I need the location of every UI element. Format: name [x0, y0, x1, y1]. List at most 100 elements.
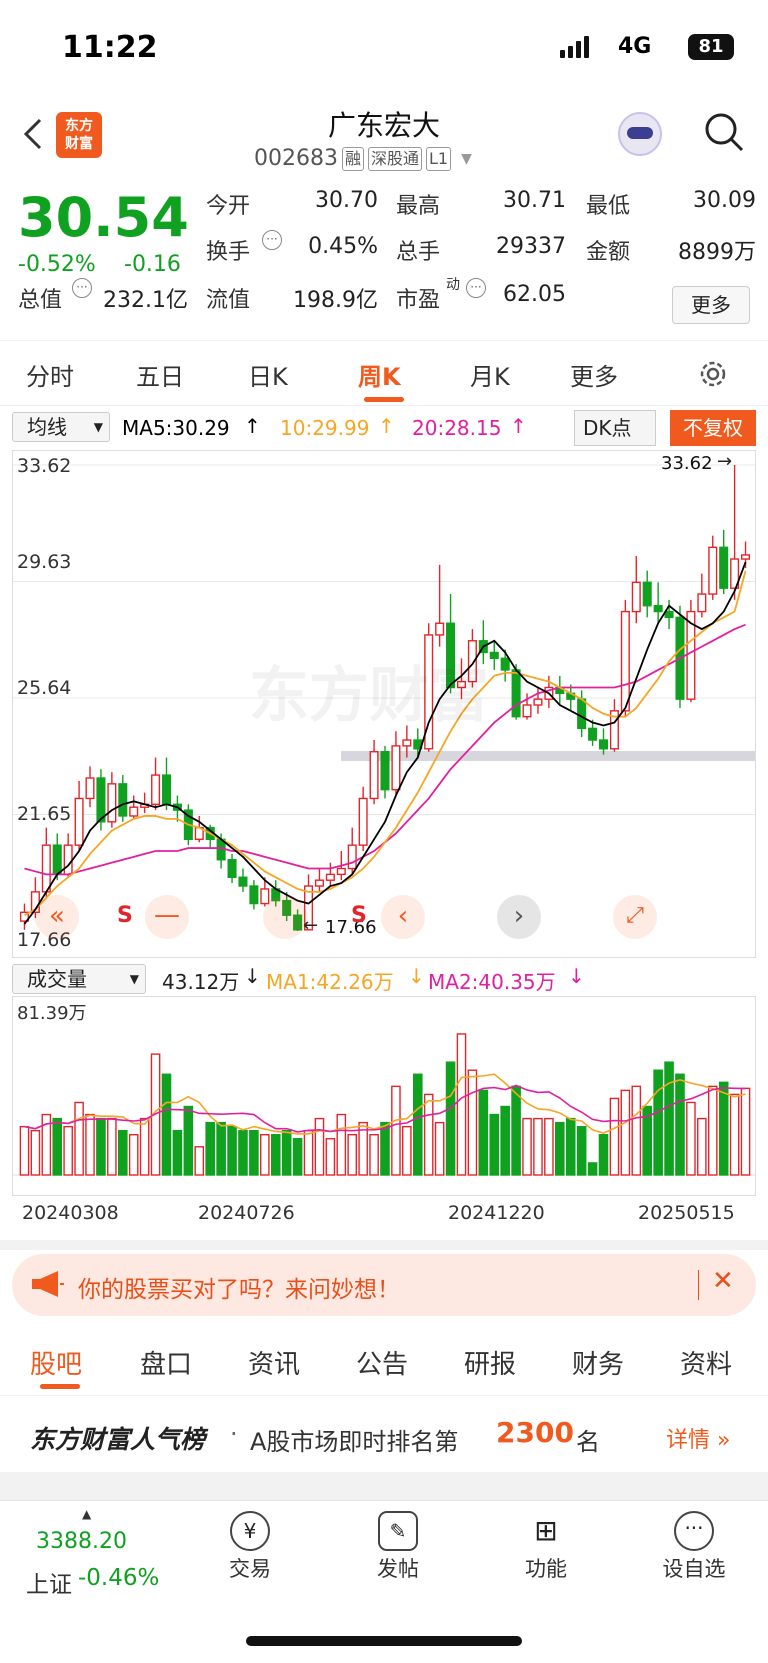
tag-level: L1 [426, 146, 452, 171]
tab-profile[interactable]: 资料 [680, 1344, 732, 1381]
volume-bar [292, 1138, 303, 1176]
popularity-rank[interactable]: 东方财富人气榜 · A股市场即时排名第 2300 名 详情 » [0, 1400, 768, 1470]
tab-monthly-k[interactable]: 月K [470, 357, 510, 392]
candle-body [336, 867, 346, 876]
tab-intraday[interactable]: 分时 [26, 357, 74, 392]
tab-news[interactable]: 资讯 [248, 1344, 300, 1381]
y-label-3: 25.64 [17, 677, 72, 699]
fullscreen-icon[interactable]: ⤢ [613, 895, 657, 939]
next-icon[interactable]: › [497, 895, 541, 939]
chart-watermark: 东方财富 [249, 661, 489, 731]
tag-shenzhen-connect: 深股通 [368, 146, 423, 171]
candle-body [588, 727, 598, 741]
volume-bar [227, 1125, 237, 1176]
nav-trade[interactable]: ¥ 交易 [200, 1507, 300, 1583]
zoom-out-icon[interactable]: — [145, 895, 189, 939]
volume-bar [216, 1121, 226, 1176]
volume-bar [555, 1121, 565, 1176]
candlestick-chart[interactable]: 东方财富 33.62 29.63 25.64 21.65 17.66 33.62… [12, 450, 756, 958]
tab-five-day[interactable]: 五日 [136, 357, 184, 392]
high-value: 30.71 [503, 188, 566, 213]
ma10-line [24, 570, 747, 917]
y-label-4: 21.65 [17, 803, 72, 825]
volume-bar [281, 1129, 292, 1176]
index-widget[interactable]: ▲ 3388.20 上证 -0.46% [20, 1507, 180, 1607]
tab-weekly-k[interactable]: 周K [358, 357, 401, 392]
ai-banner[interactable]: 你的股票买对了吗？来问妙想！ ✕ [12, 1254, 756, 1316]
tab-more[interactable]: 更多 [570, 357, 618, 392]
scroll-left-icon[interactable]: « [35, 895, 79, 939]
nav-post[interactable]: ✎ 发帖 [348, 1507, 448, 1583]
stock-code-row[interactable]: 002683 融 深股通 L1 ▼ [254, 146, 472, 171]
indicator-select[interactable]: 均线 ▼ [12, 412, 110, 442]
candle-body [653, 605, 663, 613]
tab-finance[interactable]: 财务 [572, 1344, 624, 1381]
pe-superscript: 动 [446, 277, 460, 293]
zoom-in-icon[interactable] [263, 895, 307, 939]
tab-orderbook[interactable]: 盘口 [140, 1344, 192, 1381]
volume-bar [303, 1129, 314, 1176]
ma-toolbar: 均线 ▼ MA5:30.29 ↑ 10:29.99 ↑ 20:28.15 ↑ DK… [12, 410, 756, 446]
info-icon[interactable]: ··· [466, 278, 486, 298]
date-label-3: 20241220 [448, 1202, 545, 1224]
robot-assistant-icon[interactable] [618, 112, 662, 156]
tab-announcements[interactable]: 公告 [356, 1344, 408, 1381]
candle-body [533, 698, 543, 706]
status-time: 11:22 [62, 30, 158, 65]
megaphone-icon [32, 1270, 64, 1298]
mcap-label: 总值 [18, 288, 63, 313]
volume-bar [423, 1093, 434, 1176]
volume-value: 43.12万 [162, 970, 240, 994]
volume-bar [117, 1129, 128, 1176]
volume-chart[interactable]: 81.39万 [12, 996, 756, 1196]
search-icon[interactable] [702, 110, 746, 154]
volume-select[interactable]: 成交量 ▼ [12, 964, 146, 994]
settings-icon[interactable] [696, 357, 730, 391]
tab-daily-k[interactable]: 日K [248, 357, 288, 392]
amount-label: 金额 [586, 240, 631, 265]
volume-bar [183, 1105, 194, 1176]
candle-body [249, 885, 259, 905]
more-dots-icon: ··· [674, 1511, 714, 1551]
volume-bar [260, 1134, 270, 1176]
no-adjust-button[interactable]: 不复权 [670, 410, 756, 446]
rank-number: 2300 [496, 1416, 574, 1449]
sell-signal-1: S [117, 903, 133, 928]
caret-down-icon: ▼ [129, 972, 139, 986]
volume-bar [194, 1146, 205, 1176]
candle-body [489, 651, 499, 659]
volume-bar [697, 1117, 707, 1176]
status-bar: 11:22 4G 81 [0, 0, 768, 96]
volume-bar [128, 1134, 139, 1176]
volume-bar [500, 1105, 510, 1176]
volume-bar [19, 1125, 30, 1176]
nav-functions[interactable]: ⊞ 功能 [496, 1507, 596, 1583]
float-label: 流值 [206, 288, 251, 313]
index-name: 上证 [26, 1572, 72, 1598]
candle-body [719, 546, 729, 589]
candle-body [402, 739, 412, 747]
grid-icon: ⊞ [534, 1514, 558, 1547]
divider [0, 1472, 768, 1500]
info-icon[interactable]: ··· [262, 230, 282, 250]
prev-icon[interactable]: ‹ [381, 895, 425, 939]
rank-detail-link[interactable]: 详情 » [666, 1422, 730, 1454]
vol-ma2-arrow-icon: ↓ [568, 964, 585, 988]
candle-body [435, 622, 445, 636]
tab-research[interactable]: 研报 [464, 1344, 516, 1381]
volume-bar [718, 1081, 729, 1176]
info-icon[interactable]: ··· [72, 278, 92, 298]
volume-bar [609, 1097, 620, 1176]
nav-add-watchlist[interactable]: ··· 设自选 [644, 1507, 744, 1583]
dk-point-button[interactable]: DK点 [574, 410, 656, 446]
volume-bar [653, 1069, 663, 1176]
current-price: 30.54 [18, 186, 189, 249]
home-indicator [246, 1636, 522, 1646]
chevron-down-icon[interactable]: ▼ [461, 151, 472, 167]
candle-body [52, 844, 62, 876]
close-icon[interactable]: ✕ [712, 1266, 734, 1296]
tab-forum[interactable]: 股吧 [30, 1344, 82, 1381]
more-quote-button[interactable]: 更多 [672, 286, 750, 324]
candle-body [391, 745, 401, 791]
candle-body [708, 546, 718, 595]
